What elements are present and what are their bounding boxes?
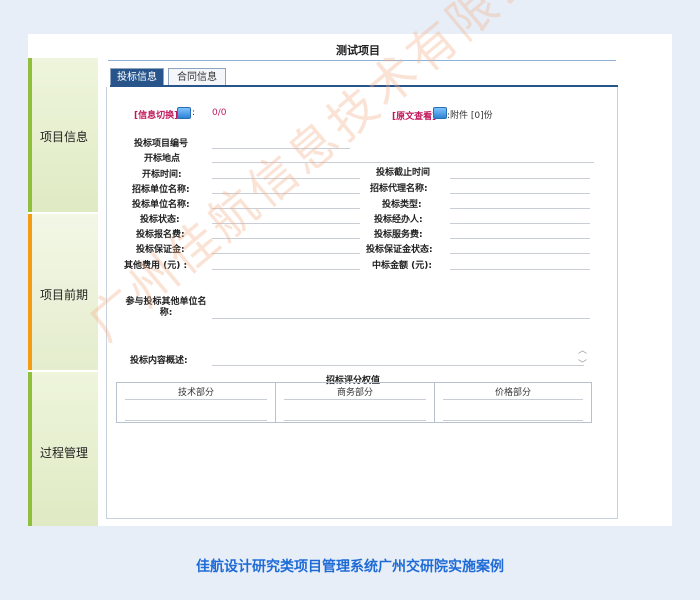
- label-bid-fee: 投标报名费:: [136, 230, 185, 240]
- open-location-field[interactable]: [212, 162, 594, 163]
- label-bid-type: 投标类型:: [382, 200, 422, 210]
- label-open-time: 开标时间:: [142, 170, 182, 180]
- original-view-link[interactable]: [原文查看]: [392, 109, 436, 122]
- label-win-amount: 中标金额 (元):: [372, 261, 432, 271]
- info-switch-count: 0/0: [212, 108, 227, 118]
- label-bid-handler: 投标经办人:: [374, 215, 423, 225]
- bid-unit-field[interactable]: [212, 208, 360, 209]
- title-divider: [108, 60, 616, 61]
- bid-handler-field[interactable]: [450, 223, 590, 224]
- nav-item-label: 项目前期: [40, 288, 89, 302]
- label-tender-agent: 招标代理名称:: [370, 184, 428, 194]
- win-amount-field[interactable]: [450, 269, 590, 270]
- score-header-rule: [284, 399, 426, 400]
- label-bid-content: 投标内容概述:: [130, 356, 188, 366]
- business-score-field[interactable]: [284, 420, 426, 421]
- label-open-location: 开标地点: [144, 154, 181, 164]
- scroll-down-icon[interactable]: ﹀: [578, 360, 587, 370]
- info-switch-colon: :: [192, 108, 196, 118]
- score-header-rule: [443, 399, 583, 400]
- bid-status-field[interactable]: [212, 223, 360, 224]
- score-col-header: 价格部分: [494, 388, 531, 398]
- tab-bid-info[interactable]: 投标信息: [110, 68, 164, 85]
- attachment-count: :附件 [0]份: [447, 111, 493, 121]
- price-score-field[interactable]: [443, 420, 583, 421]
- page-caption: 佳航设计研究类项目管理系统广州交研院实施案例: [196, 559, 504, 575]
- nav-item-pre-project[interactable]: 项目前期: [28, 214, 98, 370]
- open-time-field[interactable]: [212, 178, 360, 179]
- bid-deadline-field[interactable]: [450, 178, 590, 179]
- nav-item-label: 过程管理: [40, 446, 89, 460]
- score-col-business: 商务部分: [276, 383, 435, 422]
- bid-project-no-field[interactable]: [212, 148, 350, 149]
- bid-service-fee-field[interactable]: [450, 238, 590, 239]
- score-col-header: 商务部分: [336, 388, 373, 398]
- bid-fee-field[interactable]: [212, 238, 360, 239]
- main-panel: 测试项目 投标信息 合同信息 [信息切换] : 0/0 [原文查看] :附件 […: [104, 40, 672, 526]
- label-bid-service-fee: 投标服务费:: [374, 230, 423, 240]
- label-bid-status: 投标状态:: [140, 215, 180, 225]
- score-col-price: 价格部分: [435, 383, 591, 422]
- tender-unit-field[interactable]: [212, 193, 360, 194]
- bid-deposit-field[interactable]: [212, 253, 360, 254]
- other-fee-field[interactable]: [212, 269, 360, 270]
- scroll-up-icon[interactable]: ︿: [578, 346, 587, 356]
- switch-icon[interactable]: [177, 107, 191, 119]
- deposit-status-field[interactable]: [450, 253, 590, 254]
- page-title: 测试项目: [336, 44, 380, 57]
- nav-item-project-info[interactable]: 项目信息: [28, 58, 98, 212]
- label-other-units: 参与投标其他单位名称:: [125, 297, 207, 318]
- score-header-rule: [125, 399, 267, 400]
- info-switch-link[interactable]: [信息切换]: [134, 108, 178, 121]
- tab-contract-info[interactable]: 合同信息: [168, 68, 226, 85]
- label-bid-deadline: 投标截止时间: [376, 168, 431, 178]
- tech-score-field[interactable]: [125, 420, 267, 421]
- label-bid-unit: 投标单位名称:: [132, 200, 190, 210]
- label-deposit-status: 投标保证金状态:: [366, 245, 433, 255]
- tender-agent-field[interactable]: [450, 193, 590, 194]
- bid-content-textarea[interactable]: [212, 365, 584, 366]
- label-tender-unit: 招标单位名称:: [132, 185, 190, 195]
- left-nav: 项目信息 项目前期 过程管理: [28, 58, 98, 526]
- score-col-header: 技术部分: [177, 388, 214, 398]
- folder-icon[interactable]: [433, 107, 447, 119]
- label-bid-deposit: 投标保证金:: [136, 245, 185, 255]
- other-units-field[interactable]: [212, 318, 590, 319]
- nav-item-process-mgmt[interactable]: 过程管理: [28, 372, 98, 526]
- label-bid-project-no: 投标项目编号: [134, 139, 189, 149]
- nav-item-label: 项目信息: [40, 130, 89, 144]
- score-col-tech: 技术部分: [117, 383, 276, 422]
- label-other-fee: 其他费用 (元) :: [124, 261, 188, 271]
- score-table: 技术部分 商务部分 价格部分: [116, 382, 592, 423]
- bid-type-field[interactable]: [450, 208, 590, 209]
